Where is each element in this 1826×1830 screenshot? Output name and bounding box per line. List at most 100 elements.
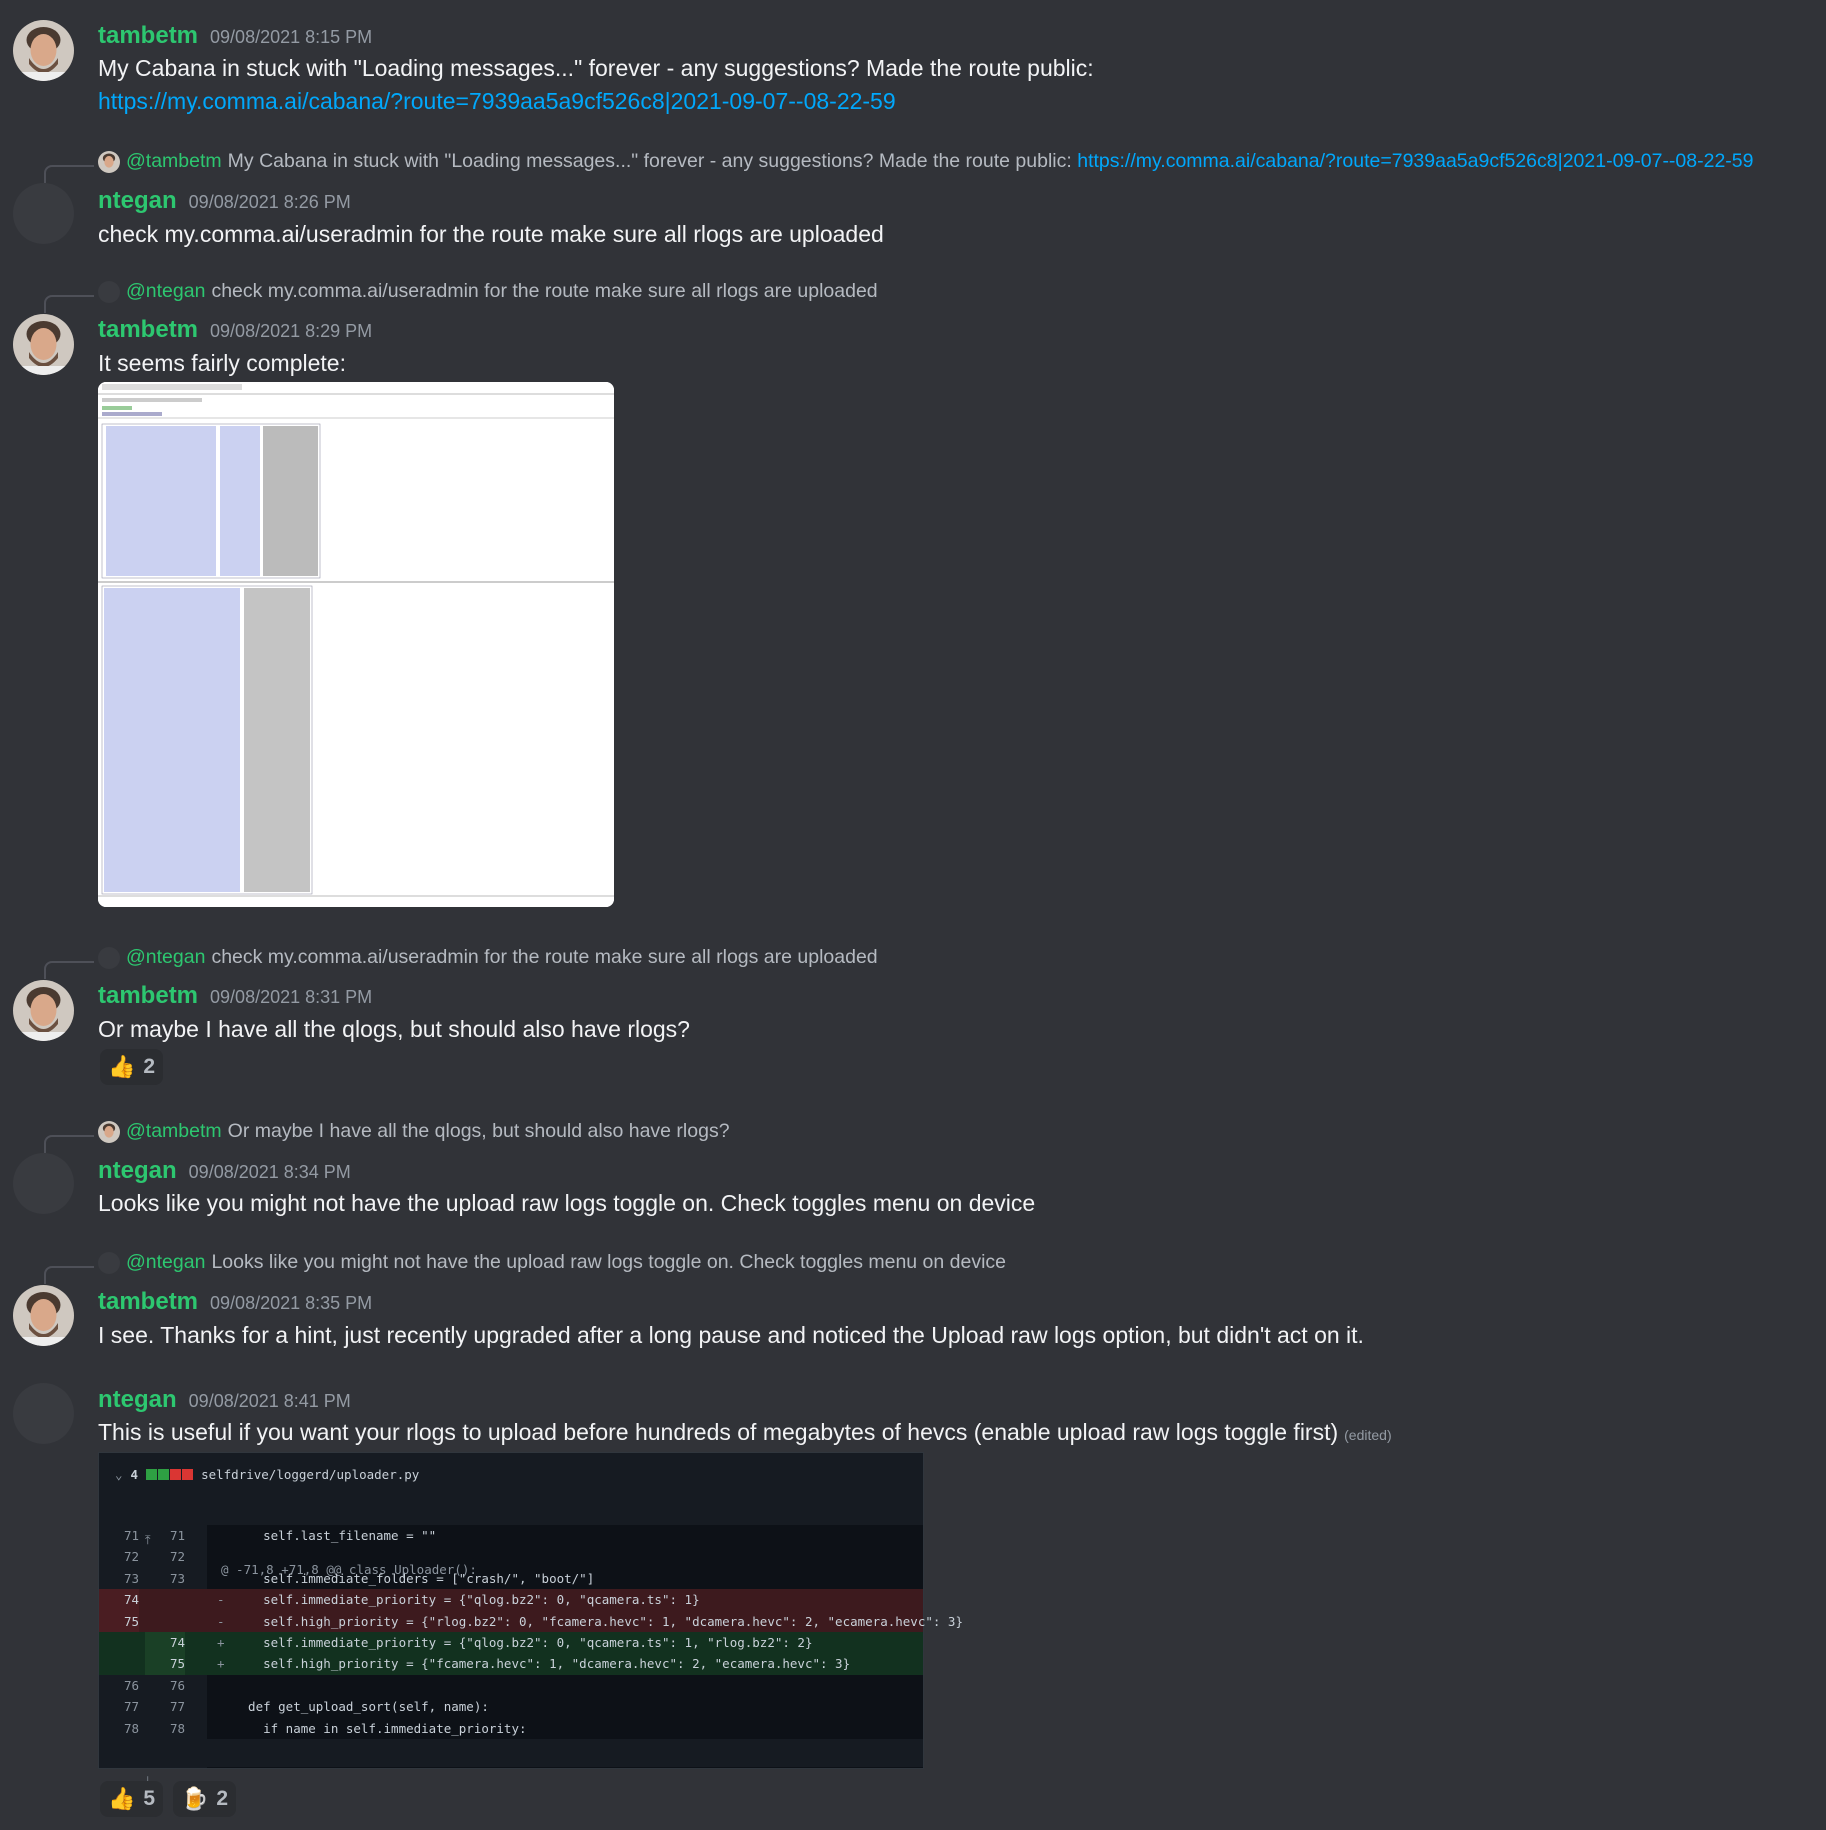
diff-line: 71 71 self.last_filename = "" <box>99 1525 923 1546</box>
diff-expand-footer: ⤓ <box>99 1738 923 1788</box>
diff-line: 75 - self.high_priority = {"rlog.bz2": 0,… <box>99 1610 963 1632</box>
code-diff-embed: ⌄ 4 selfdrive/loggerd/uploader.py ⤒ @ -7… <box>98 1452 963 1788</box>
reply-spine <box>44 1135 94 1153</box>
author-name[interactable]: ntegan 09/08/2021 8:41 PM <box>98 1386 351 1414</box>
old-line-number[interactable]: 71 <box>99 1525 139 1546</box>
reply-mention[interactable]: @tambetm <box>126 1120 222 1143</box>
diff-line: 72 72 <box>99 1546 923 1567</box>
diff-line: 77 77 def get_upload_sort(self, name): <box>99 1696 923 1717</box>
reaction-thumbs-up[interactable]: 👍 2 <box>100 1049 164 1085</box>
reply-mention[interactable]: @tambetm <box>126 150 222 173</box>
avatar[interactable] <box>13 20 74 81</box>
diff-line: 75 + self.high_priority = {"fcamera.hevc"… <box>99 1653 923 1675</box>
timestamp: 09/08/2021 8:35 PM <box>210 1293 373 1313</box>
message-text: Or maybe I have all the qlogs, but shoul… <box>98 1016 690 1042</box>
new-line-number[interactable]: 78 <box>145 1718 185 1739</box>
new-line-number[interactable]: 71 <box>145 1525 185 1546</box>
code-text: self.immediate_folders = ["crash/", "boo… <box>233 1570 595 1586</box>
avatar[interactable] <box>13 183 74 244</box>
timestamp: 09/08/2021 8:29 PM <box>210 321 373 341</box>
avatar[interactable] <box>13 314 74 375</box>
diff-line: 74 - self.immediate_priority = {"qlog.bz2… <box>99 1589 923 1611</box>
thumbs-up-icon: 👍 <box>108 1054 136 1079</box>
reply-avatar <box>98 280 120 303</box>
old-line-number[interactable]: 78 <box>99 1718 139 1739</box>
reply-mention[interactable]: @ntegan <box>126 946 205 969</box>
diffstat-bars <box>146 1468 194 1480</box>
code-text: self.immediate_priority = {"qlog.bz2": 0… <box>233 1634 813 1650</box>
diff-sign: + <box>217 1634 225 1650</box>
reply-text: check my.comma.ai/useradmin for the rout… <box>211 280 878 302</box>
new-line-number[interactable]: 73 <box>145 1568 185 1589</box>
timestamp: 09/08/2021 8:31 PM <box>210 987 373 1007</box>
new-line-number[interactable]: 77 <box>145 1696 185 1717</box>
reaction-beer[interactable]: 🍺 2 <box>173 1781 237 1817</box>
timestamp: 09/08/2021 8:26 PM <box>188 192 351 212</box>
old-line-number[interactable]: 72 <box>99 1546 139 1567</box>
reply-avatar <box>98 150 120 173</box>
avatar[interactable] <box>13 980 74 1041</box>
diff-line: 74 + self.immediate_priority = {"qlog.bz2… <box>99 1631 923 1654</box>
old-line-number[interactable]: 73 <box>99 1568 139 1589</box>
code-text: self.immediate_priority = {"qlog.bz2": 0… <box>233 1592 700 1608</box>
beer-icon: 🍺 <box>181 1786 209 1811</box>
diff-file-header[interactable]: ⌄ 4 selfdrive/loggerd/uploader.py <box>99 1453 923 1496</box>
reply-spine <box>44 961 94 979</box>
author-name[interactable]: ntegan 09/08/2021 8:34 PM <box>98 1157 351 1185</box>
old-line-number[interactable]: 77 <box>99 1696 139 1717</box>
reply-avatar <box>98 946 120 969</box>
author-name[interactable]: tambetm 09/08/2021 8:31 PM <box>98 982 372 1010</box>
message-text: check my.comma.ai/useradmin for the rout… <box>98 221 884 247</box>
avatar[interactable] <box>13 1383 74 1444</box>
reply-preview[interactable]: @ntegan check my.comma.ai/useradmin for … <box>98 280 878 303</box>
image-attachment[interactable] <box>98 382 614 907</box>
reply-text: My Cabana in stuck with "Loading message… <box>227 150 1072 172</box>
reply-preview[interactable]: @ntegan check my.comma.ai/useradmin for … <box>98 946 878 969</box>
chevron-down-icon[interactable]: ⌄ <box>115 1467 123 1482</box>
thumbs-up-icon: 👍 <box>108 1786 136 1811</box>
reply-link[interactable]: https://my.comma.ai/cabana/?route=7939aa… <box>1077 150 1753 173</box>
reaction-thumbs-up[interactable]: 👍 5 <box>100 1781 164 1817</box>
reply-preview[interactable]: @tambetm My Cabana in stuck with "Loadin… <box>98 150 1753 173</box>
reply-text: check my.comma.ai/useradmin for the rout… <box>211 946 878 968</box>
message-text: This is useful if you want your rlogs to… <box>98 1419 1392 1445</box>
new-line-number[interactable]: 75 <box>145 1653 185 1675</box>
author-name[interactable]: ntegan 09/08/2021 8:26 PM <box>98 187 351 215</box>
diff-file-path[interactable]: selfdrive/loggerd/uploader.py <box>201 1467 419 1482</box>
code-text: self.last_filename = "" <box>233 1528 437 1543</box>
reply-preview[interactable]: @ntegan Looks like you might not have th… <box>98 1251 1006 1274</box>
new-line-number[interactable]: 72 <box>145 1546 185 1567</box>
message-link[interactable]: https://my.comma.ai/cabana/?route=7939aa… <box>98 88 896 114</box>
old-line-number[interactable]: 74 <box>99 1589 139 1611</box>
reply-spine <box>44 295 94 313</box>
change-count: 4 <box>130 1466 139 1482</box>
reply-mention[interactable]: @ntegan <box>126 280 205 303</box>
new-line-number[interactable]: 74 <box>145 1631 185 1654</box>
old-line-number[interactable]: 75 <box>99 1610 139 1632</box>
author-name[interactable]: tambetm 09/08/2021 8:15 PM <box>98 22 372 50</box>
avatar[interactable] <box>13 1153 74 1214</box>
reply-avatar <box>98 1251 120 1274</box>
new-line-number[interactable]: 76 <box>145 1675 185 1696</box>
reply-mention[interactable]: @ntegan <box>126 1251 205 1274</box>
code-text: self.high_priority = {"rlog.bz2": 0, "fc… <box>233 1613 963 1629</box>
diff-sign: - <box>217 1613 225 1629</box>
message-text: Looks like you might not have the upload… <box>98 1190 1036 1216</box>
author-name[interactable]: tambetm 09/08/2021 8:29 PM <box>98 316 372 344</box>
diff-line: 76 76 <box>99 1675 923 1696</box>
avatar[interactable] <box>13 1285 74 1346</box>
reply-text: Looks like you might not have the upload… <box>211 1251 1007 1273</box>
diff-line: 73 73 self.immediate_folders = ["crash/",… <box>99 1568 923 1589</box>
timestamp: 09/08/2021 8:15 PM <box>210 27 373 47</box>
diff-hunk-header: ⤒ @ -71,8 +71,8 @@ class Uploader(): <box>99 1495 923 1577</box>
reply-text: Or maybe I have all the qlogs, but shoul… <box>227 1120 730 1142</box>
diff-sign: - <box>217 1592 225 1608</box>
diff-body: ⤒ @ -71,8 +71,8 @@ class Uploader(): 71 7… <box>99 1495 963 1788</box>
reply-spine <box>44 1266 94 1284</box>
old-line-number[interactable]: 76 <box>99 1675 139 1696</box>
timestamp: 09/08/2021 8:34 PM <box>188 1162 351 1182</box>
diff-line: 78 78 if name in self.immediate_priority: <box>99 1718 923 1739</box>
reaction-count: 2 <box>143 1055 156 1078</box>
reply-preview[interactable]: @tambetm Or maybe I have all the qlogs, … <box>98 1120 730 1143</box>
author-name[interactable]: tambetm 09/08/2021 8:35 PM <box>98 1288 372 1316</box>
